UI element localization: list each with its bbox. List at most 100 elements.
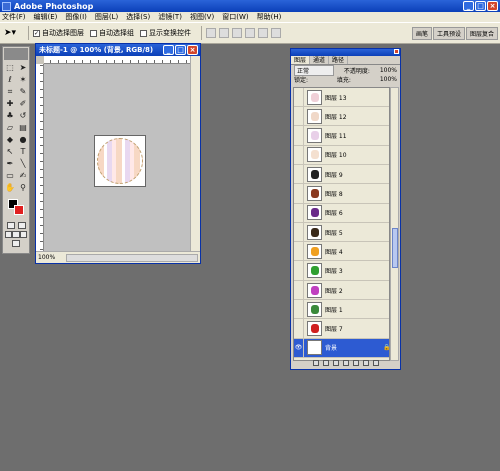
menu-layer[interactable]: 图层(L) [95, 12, 118, 22]
layers-scrollbar[interactable] [390, 87, 399, 361]
background-color-swatch[interactable] [14, 205, 24, 215]
clone-stamp-icon[interactable]: ♣ [4, 110, 16, 121]
visibility-eye-icon[interactable] [294, 261, 304, 281]
brush-tool-icon[interactable]: ✐ [17, 98, 29, 109]
healing-brush-icon[interactable]: ✚ [4, 98, 16, 109]
notes-tool-icon[interactable]: ▭ [4, 170, 16, 181]
visibility-eye-icon[interactable] [294, 184, 304, 203]
close-button[interactable]: × [487, 1, 498, 11]
history-brush-icon[interactable]: ↺ [17, 110, 29, 121]
align-right-icon[interactable] [271, 28, 281, 38]
zoom-tool-icon[interactable]: ⚲ [17, 182, 29, 193]
visibility-eye-icon[interactable] [294, 126, 304, 146]
visibility-eye-icon[interactable] [294, 299, 304, 319]
layer-row[interactable]: 图层 3 [294, 261, 389, 281]
document-canvas[interactable] [94, 135, 146, 187]
align-bottom-icon[interactable] [232, 28, 242, 38]
align-middle-icon[interactable] [219, 28, 229, 38]
eyedropper-tool-icon[interactable]: ✍ [17, 170, 29, 181]
layer-row[interactable]: 图层 12 [294, 106, 389, 127]
visibility-eye-icon[interactable]: 👁 [294, 338, 304, 358]
tab-brushes[interactable]: 画笔 [411, 27, 432, 40]
menu-help[interactable]: 帮助(H) [257, 12, 282, 22]
quick-mask-icon[interactable] [17, 222, 26, 229]
link-layers-icon[interactable] [313, 360, 319, 366]
menu-edit[interactable]: 编辑(E) [34, 12, 58, 22]
canvas-area[interactable] [44, 64, 192, 252]
maximize-button[interactable]: □ [475, 1, 486, 11]
layer-row[interactable]: 图层 6 [294, 203, 389, 223]
crop-tool-icon[interactable]: ⌗ [4, 86, 16, 97]
screen-mode-menu-icon[interactable] [19, 231, 27, 238]
visibility-eye-icon[interactable] [294, 203, 304, 223]
auto-select-layer-checkbox[interactable]: ✓ 自动选择图层 [33, 28, 84, 38]
align-top-icon[interactable] [206, 28, 216, 38]
tab-channels[interactable]: 通道 [310, 56, 330, 64]
layers-scroll-thumb[interactable] [392, 228, 398, 268]
layer-row[interactable]: 图层 11 [294, 126, 389, 146]
hand-tool-icon[interactable]: ✋ [4, 182, 16, 193]
eraser-tool-icon[interactable]: ▱ [4, 122, 16, 133]
visibility-eye-icon[interactable] [294, 222, 304, 242]
horizontal-scrollbar[interactable] [66, 253, 198, 262]
blend-mode-select[interactable]: 正常 [294, 64, 334, 76]
pen-tool-icon[interactable]: ✒ [4, 158, 16, 169]
slice-tool-icon[interactable]: ✎ [17, 86, 29, 97]
tab-tool-presets[interactable]: 工具预设 [432, 27, 465, 40]
new-layer-icon[interactable] [363, 360, 369, 366]
layer-row[interactable]: 图层 7 [294, 319, 389, 339]
lasso-tool-icon[interactable]: ℓ [4, 74, 16, 85]
blur-tool-icon[interactable]: ◆ [4, 134, 16, 145]
align-center-icon[interactable] [258, 28, 268, 38]
visibility-eye-icon[interactable] [294, 106, 304, 126]
screen-mode-standard-icon[interactable] [5, 231, 13, 238]
layer-row[interactable]: 图层 4 [294, 241, 389, 262]
new-group-icon[interactable] [353, 360, 359, 366]
marquee-tool-icon[interactable]: ⬚ [4, 62, 16, 73]
opacity-value[interactable]: 100% [380, 67, 397, 74]
tab-layer-comps[interactable]: 图层复合 [465, 27, 498, 40]
layer-row[interactable]: 图层 5 [294, 222, 389, 243]
adjustment-layer-icon[interactable] [343, 360, 349, 366]
menu-select[interactable]: 选择(S) [126, 12, 150, 22]
visibility-eye-icon[interactable] [294, 145, 304, 165]
layer-mask-icon[interactable] [333, 360, 339, 366]
menu-file[interactable]: 文件(F) [2, 12, 26, 22]
layer-row[interactable]: 图层 10 [294, 145, 389, 165]
layer-row[interactable]: 图层 9 [294, 164, 389, 185]
visibility-eye-icon[interactable] [294, 319, 304, 339]
jump-to-imageready-icon[interactable] [12, 240, 20, 247]
menu-filter[interactable]: 滤镜(T) [158, 12, 182, 22]
menu-image[interactable]: 图像(I) [65, 12, 87, 22]
standard-mode-icon[interactable] [6, 222, 15, 229]
minimize-button[interactable]: _ [463, 1, 474, 11]
menu-window[interactable]: 窗口(W) [222, 12, 248, 22]
doc-close-button[interactable]: × [187, 45, 198, 55]
layer-row[interactable]: 图层 13 [294, 88, 389, 107]
delete-layer-icon[interactable] [373, 360, 379, 366]
zoom-level[interactable]: 100% [38, 254, 64, 261]
show-transform-checkbox[interactable]: 显示变换控件 [140, 28, 191, 38]
tab-paths[interactable]: 路径 [329, 56, 349, 64]
panel-close-button[interactable] [394, 49, 399, 54]
screen-mode-full-icon[interactable] [12, 231, 20, 238]
visibility-eye-icon[interactable] [294, 164, 304, 184]
tab-layers[interactable]: 图层 [291, 56, 311, 64]
path-selection-icon[interactable]: ↖ [4, 146, 16, 157]
align-left-icon[interactable] [245, 28, 255, 38]
vertical-scrollbar[interactable] [190, 56, 200, 252]
layer-row[interactable]: 图层 2 [294, 280, 389, 300]
document-titlebar[interactable]: 未标题-1 @ 100% (背景, RGB/8) _ □ × [36, 44, 200, 56]
doc-minimize-button[interactable]: _ [163, 45, 174, 55]
layer-style-icon[interactable] [323, 360, 329, 366]
doc-maximize-button[interactable]: □ [175, 45, 186, 55]
type-tool-icon[interactable]: T [17, 146, 29, 157]
shape-tool-icon[interactable]: ╲ [17, 158, 29, 169]
layer-row-background[interactable]: 👁 背景 🔒 [294, 338, 389, 358]
auto-select-group-checkbox[interactable]: 自动选择组 [90, 28, 134, 38]
layer-row[interactable]: 图层 8 [294, 184, 389, 204]
layers-panel-titlebar[interactable] [291, 49, 400, 56]
fill-value[interactable]: 100% [380, 76, 397, 83]
dodge-tool-icon[interactable]: ● [17, 134, 29, 145]
menu-view[interactable]: 视图(V) [190, 12, 214, 22]
